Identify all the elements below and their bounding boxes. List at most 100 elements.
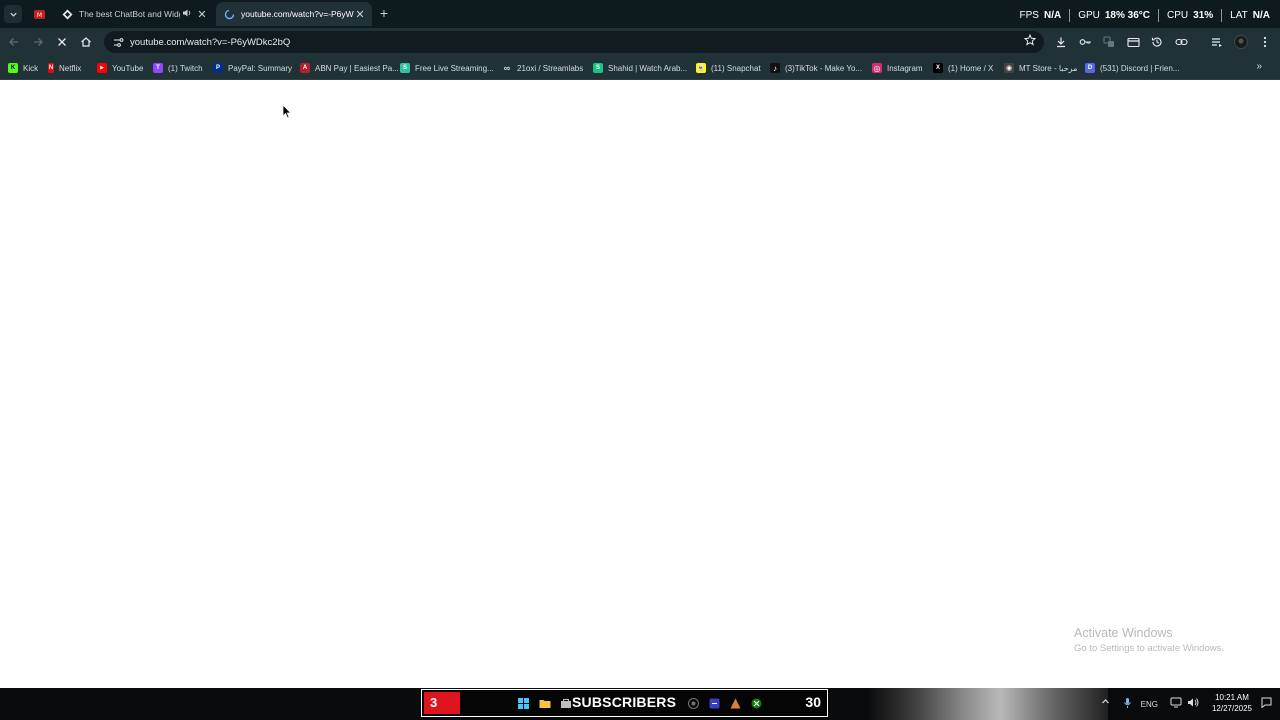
address-bar[interactable]: youtube.com/watch?v=-P6yWDkc2bQ [104, 31, 1044, 53]
payment-methods-button[interactable] [1125, 34, 1141, 50]
file-explorer-icon[interactable] [538, 697, 551, 710]
microphone-icon[interactable] [1123, 697, 1132, 711]
arrow-left-icon [9, 38, 18, 46]
bookmark-tiktok[interactable]: ♪ (3)TikTok - Make Yo... [770, 61, 862, 75]
tab-close-icon[interactable]: ✕ [196, 8, 208, 21]
windows-start-icon[interactable] [517, 697, 530, 710]
shahid-icon: S [593, 63, 603, 73]
bookmark-shahid[interactable]: S Shahid | Watch Arab... [593, 61, 687, 75]
avatar-icon [1234, 35, 1248, 49]
performance-overlay: FPS N/A GPU 18% 36°C CPU 31% LAT N/A [1020, 9, 1270, 22]
history-button[interactable] [1149, 34, 1165, 50]
volume-icon[interactable] [1187, 697, 1200, 710]
bookmark-label: (1) Home / X [948, 63, 994, 73]
more-vertical-icon [1263, 36, 1267, 48]
bookmark-label: (531) Discord | Frien... [1100, 63, 1180, 73]
close-icon [58, 38, 66, 46]
browser-toolbar: youtube.com/watch?v=-P6yWDkc2bQ [0, 28, 1280, 56]
bookmark-x[interactable]: X (1) Home / X [933, 61, 993, 75]
browser-menu-button[interactable] [1257, 34, 1273, 50]
share-link-button[interactable] [1173, 34, 1189, 50]
bookmark-label: Shahid | Watch Arab... [608, 63, 688, 73]
bookmark-snapchat[interactable]: 👻 (11) Snapchat [696, 61, 761, 75]
app-icon[interactable] [708, 697, 721, 710]
tray-overflow-icon[interactable] [1101, 697, 1110, 708]
new-tab-button[interactable]: + [376, 5, 392, 21]
divider [1069, 9, 1071, 22]
stop-loading-button[interactable] [54, 34, 70, 50]
tab-strip: M The best ChatBot and Widg ✕ youtube.co… [0, 0, 1280, 28]
chrome-icon[interactable] [687, 697, 700, 710]
store-icon[interactable] [559, 697, 572, 710]
playlist-icon [1212, 38, 1222, 47]
reading-list-button[interactable] [1209, 34, 1225, 50]
taskbar-clock[interactable]: 10:21 AM 12/27/2025 [1212, 692, 1252, 714]
bookmark-label: YouTube [112, 63, 144, 73]
watermark-subtitle: Go to Settings to activate Windows. [1074, 643, 1224, 654]
globe-icon: ◉ [1004, 63, 1014, 73]
svg-text:M: M [37, 12, 42, 19]
bookmarks-overflow-button[interactable]: » [1256, 61, 1262, 72]
forward-button[interactable] [30, 34, 46, 50]
credit-card-icon [1126, 37, 1140, 47]
bookmark-star-icon[interactable] [1023, 33, 1037, 49]
snapchat-icon: 👻 [696, 63, 706, 73]
url-text[interactable]: youtube.com/watch?v=-P6yWDkc2bQ [130, 37, 290, 48]
bookmark-label: Netflix [59, 63, 82, 73]
page-content[interactable] [0, 81, 1280, 688]
speaker-icon[interactable] [182, 8, 194, 20]
bookmark-abn-pay[interactable]: A ABN Pay | Easiest Pa... [300, 61, 399, 75]
notification-icon[interactable] [1261, 697, 1272, 710]
bookmark-streaming[interactable]: S Free Live Streaming... [400, 61, 494, 75]
bookmark-youtube[interactable]: ▶ YouTube [97, 61, 143, 75]
bookmark-kick[interactable]: K Kick [8, 61, 38, 75]
arrow-right-icon [34, 38, 43, 46]
cpu-value: 31% [1193, 10, 1214, 21]
paypal-icon: P [213, 63, 223, 73]
bookmark-label: MT Store - مرحبا [1019, 63, 1078, 73]
twitch-icon: T [153, 63, 163, 73]
instagram-icon: ◎ [872, 63, 882, 73]
abn-pay-icon: A [300, 63, 310, 73]
passwords-button[interactable] [1077, 34, 1093, 50]
bookmark-mt-store[interactable]: ◉ MT Store - مرحبا [1004, 61, 1077, 75]
site-info-icon[interactable] [110, 34, 126, 50]
subscriber-goal-widget: 3 SUBSCRIBERS 30 [421, 689, 828, 717]
translate-button[interactable] [1101, 34, 1117, 50]
widget-title: SUBSCRIBERS [572, 694, 677, 710]
bookmark-label: (3)TikTok - Make Yo... [785, 63, 863, 73]
bookmark-twitch[interactable]: T (1) Twitch [153, 61, 203, 75]
bookmark-paypal[interactable]: P PayPal: Summary [213, 61, 292, 75]
bookmark-netflix[interactable]: N Netflix [48, 61, 81, 75]
streaming-icon: S [400, 63, 410, 73]
language-indicator[interactable]: ENG [1141, 700, 1158, 709]
network-icon[interactable] [1170, 697, 1182, 710]
bookmark-instagram[interactable]: ◎ Instagram [872, 61, 923, 75]
bookmark-discord[interactable]: D (531) Discord | Frien... [1085, 61, 1179, 75]
gpu-value: 18% 36°C [1104, 10, 1151, 21]
profile-avatar[interactable] [1233, 34, 1249, 50]
tab-title: The best ChatBot and Widg [79, 9, 180, 19]
tab-youtube-active[interactable]: youtube.com/watch?v=-P6yWD ✕ [216, 2, 372, 26]
discord-icon: D [1085, 63, 1095, 73]
xbox-icon[interactable] [750, 697, 763, 710]
bookmark-label: 21oxi / Streamlabs [517, 63, 584, 73]
activate-windows-watermark: Activate Windows Go to Settings to activ… [1074, 626, 1224, 654]
tiktok-icon: ♪ [770, 63, 780, 73]
back-button[interactable] [6, 34, 22, 50]
streamlabs-icon: ∞ [503, 63, 511, 73]
downloads-button[interactable] [1053, 34, 1069, 50]
pinned-site-icon: M [34, 9, 45, 20]
game-launcher-icon[interactable] [729, 697, 742, 710]
translate-icon [1103, 36, 1114, 47]
home-button[interactable] [78, 34, 94, 50]
wallpaper-photo [868, 688, 1108, 720]
tab-chatbot[interactable]: The best ChatBot and Widg ✕ [54, 2, 214, 26]
tab-search-button[interactable] [4, 5, 22, 23]
download-icon [1057, 37, 1065, 48]
bookmark-label: (11) Snapchat [711, 63, 761, 73]
tab-pinned[interactable]: M [28, 2, 52, 26]
bookmark-label: PayPal: Summary [228, 63, 293, 73]
tab-close-icon[interactable]: ✕ [354, 8, 366, 21]
bookmark-streamlabs[interactable]: ∞ 21oxi / Streamlabs [502, 61, 583, 75]
